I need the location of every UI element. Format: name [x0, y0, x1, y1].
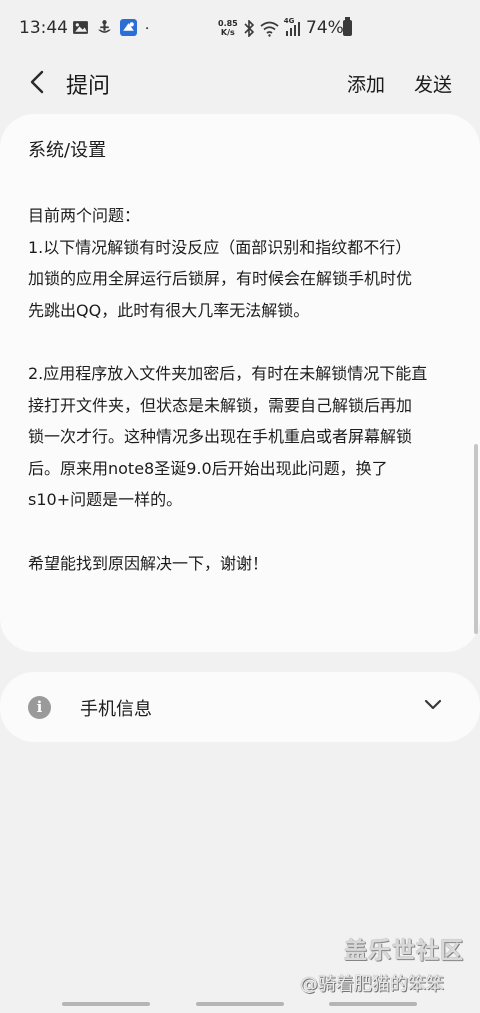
notification-icons: [72, 19, 154, 36]
device-info-row[interactable]: i 手机信息: [0, 672, 480, 742]
net-speed-unit: K/s: [220, 28, 235, 37]
body-line: 希望能找到原因解决一下，谢谢！: [28, 553, 269, 573]
battery-icon: [343, 17, 352, 36]
question-body[interactable]: 目前两个问题： 1.以下情况解锁有时没反应（面部识别和指纹都不行） 加锁的应用全…: [28, 200, 460, 579]
back-arrow-icon[interactable]: [22, 66, 52, 98]
system-icons: 0.85 K/s 4G: [218, 17, 300, 37]
add-button[interactable]: 添加: [347, 70, 385, 97]
nav-back-button[interactable]: [329, 1002, 417, 1006]
dot-icon: [146, 27, 149, 30]
app-notification-icon: [120, 19, 137, 36]
body-line: 2.应用程序放入文件夹加密后，有时在未解锁情况下能直: [28, 364, 428, 383]
bluetooth-icon: [244, 19, 254, 37]
image-icon: [73, 21, 88, 34]
battery-percent: 74%: [306, 18, 344, 38]
signal-icon: 4G: [284, 17, 300, 37]
status-time: 13:44: [19, 18, 68, 38]
page-title: 提问: [66, 74, 111, 99]
body-line: s10+问题是一样的。: [28, 490, 183, 509]
body-line: 锁一次才行。这种情况多出现在手机重启或者屏幕解锁: [28, 427, 413, 446]
net-speed: 0.85 K/s: [218, 19, 238, 37]
scroll-indicator[interactable]: [474, 444, 478, 634]
body-line: 后。原来用note8圣诞9.0后开始出现此问题，换了: [28, 458, 388, 478]
status-bar: 13:44 0.85 K/s 4G 74%: [0, 0, 480, 58]
nav-home-button[interactable]: [196, 1002, 284, 1006]
chevron-down-icon[interactable]: [424, 698, 442, 712]
body-line: 接打开文件夹，但状态是未解锁，需要自己解锁后再加: [28, 395, 413, 415]
send-button[interactable]: 发送: [414, 70, 452, 97]
ship-icon: [98, 20, 111, 33]
body-line: 1.以下情况解锁有时没反应（面部识别和指纹都不行）: [28, 237, 412, 257]
net-speed-value: 0.85: [218, 19, 238, 28]
wifi-icon: [260, 21, 279, 37]
nav-recents-button[interactable]: [62, 1002, 150, 1006]
question-card: 系统/设置 目前两个问题： 1.以下情况解锁有时没反应（面部识别和指纹都不行） …: [0, 114, 480, 652]
watermark-brand: 盖乐世社区: [344, 938, 464, 964]
info-icon: i: [28, 696, 51, 719]
body-line: 目前两个问题：: [28, 206, 141, 225]
category-label[interactable]: 系统/设置: [28, 136, 106, 162]
body-line: 加锁的应用全屏运行后锁屏，有时候会在解锁手机时优: [28, 269, 413, 288]
watermark-author: @骑着肥猫的笨笨: [300, 974, 444, 995]
app-header: 提问 添加 发送: [0, 58, 480, 108]
device-info-label: 手机信息: [80, 699, 152, 720]
body-line: 先跳出QQ，此时有很大几率无法解锁。: [28, 300, 310, 320]
